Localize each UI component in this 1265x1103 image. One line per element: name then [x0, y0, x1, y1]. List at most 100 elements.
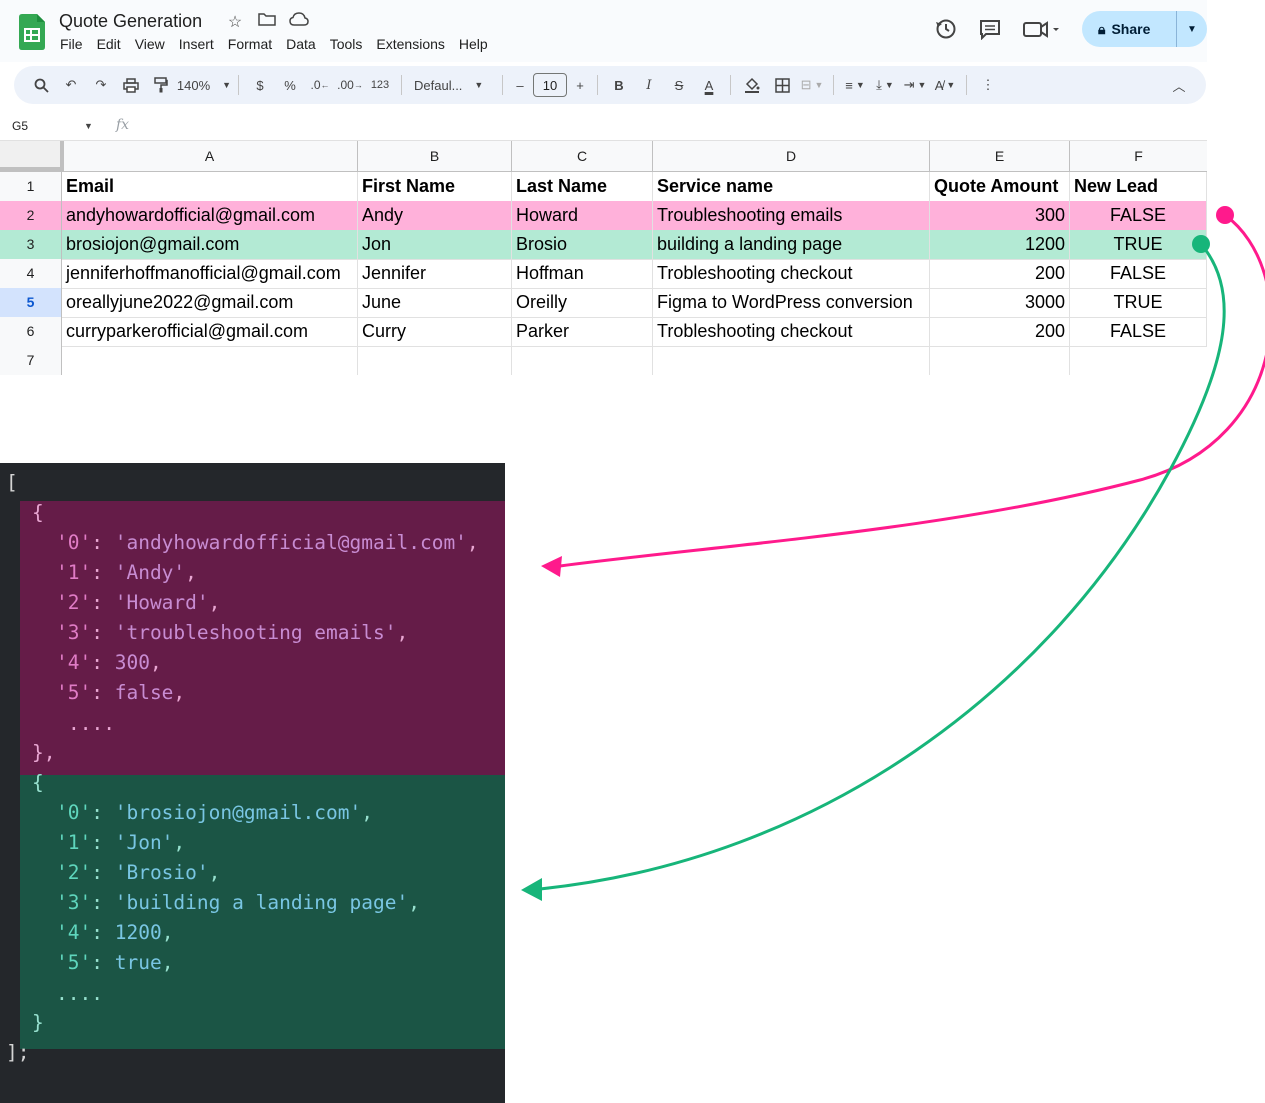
menu-file[interactable]: File — [60, 36, 83, 52]
fill-color-icon[interactable] — [737, 72, 767, 98]
new-lead-cell[interactable]: FALSE — [1070, 259, 1207, 288]
menu-insert[interactable]: Insert — [179, 36, 214, 52]
header-cell[interactable]: New Lead — [1070, 172, 1207, 201]
quote-amount-cell[interactable]: 200 — [930, 317, 1070, 346]
quote-amount-cell[interactable]: 1200 — [930, 230, 1070, 259]
menu-tools[interactable]: Tools — [330, 36, 363, 52]
first-name-cell[interactable]: Jennifer — [358, 259, 512, 288]
empty-cell[interactable] — [930, 346, 1070, 375]
row-header[interactable]: 2 — [0, 201, 62, 230]
quote-amount-cell[interactable]: 3000 — [930, 288, 1070, 317]
meet-video-icon[interactable] — [1022, 17, 1062, 41]
undo-icon[interactable]: ↶ — [56, 72, 86, 98]
cloud-saved-icon[interactable] — [289, 12, 309, 32]
empty-cell[interactable] — [1070, 346, 1207, 375]
column-header-b[interactable]: B — [358, 141, 512, 171]
row-header[interactable]: 1 — [0, 172, 62, 201]
empty-cell[interactable] — [512, 346, 653, 375]
font-size-input[interactable]: 10 — [533, 73, 567, 97]
service-cell[interactable]: Figma to WordPress conversion — [653, 288, 930, 317]
service-cell[interactable]: Trobleshooting checkout — [653, 317, 930, 346]
row-header[interactable]: 6 — [0, 317, 62, 346]
row-header[interactable]: 4 — [0, 259, 62, 288]
share-button[interactable]: 🔒︎ Share ▼ — [1082, 11, 1207, 47]
last-name-cell[interactable]: Parker — [512, 317, 653, 346]
column-header-e[interactable]: E — [930, 141, 1070, 171]
header-cell[interactable]: First Name — [358, 172, 512, 201]
percent-format-button[interactable]: % — [275, 72, 305, 98]
service-cell[interactable]: Troubleshooting emails — [653, 201, 930, 230]
select-all-corner[interactable] — [0, 141, 64, 171]
first-name-cell[interactable]: Andy — [358, 201, 512, 230]
new-lead-cell[interactable]: FALSE — [1070, 201, 1207, 230]
last-name-cell[interactable]: Brosio — [512, 230, 653, 259]
column-header-a[interactable]: A — [62, 141, 358, 171]
menu-format[interactable]: Format — [228, 36, 272, 52]
header-cell[interactable]: Service name — [653, 172, 930, 201]
row-header-selected[interactable]: 5 — [0, 288, 62, 317]
empty-cell[interactable] — [653, 346, 930, 375]
first-name-cell[interactable]: Curry — [358, 317, 512, 346]
menu-help[interactable]: Help — [459, 36, 488, 52]
service-cell[interactable]: building a landing page — [653, 230, 930, 259]
zoom-select[interactable]: 140% ▼ — [176, 72, 232, 98]
new-lead-cell[interactable]: FALSE — [1070, 317, 1207, 346]
sheets-logo-icon[interactable] — [19, 14, 45, 50]
row-header[interactable]: 3 — [0, 230, 62, 259]
menu-extensions[interactable]: Extensions — [376, 36, 444, 52]
last-name-cell[interactable]: Hoffman — [512, 259, 653, 288]
increase-decimal-button[interactable]: .00 → — [335, 72, 365, 98]
collapse-toolbar-icon[interactable]: ︿ — [1164, 72, 1194, 98]
empty-cell[interactable] — [62, 346, 358, 375]
horizontal-align-icon[interactable]: ≡ ▼ — [840, 72, 870, 98]
more-options-icon[interactable]: ⋮ — [973, 72, 1003, 98]
strikethrough-icon[interactable]: S — [664, 72, 694, 98]
merge-cells-icon[interactable]: ⊟ ▼ — [797, 72, 827, 98]
new-lead-cell[interactable]: TRUE — [1070, 230, 1207, 259]
header-cell[interactable]: Email — [62, 172, 358, 201]
bold-icon[interactable]: B — [604, 72, 634, 98]
star-icon[interactable]: ☆ — [225, 12, 245, 32]
decrease-font-size-button[interactable]: – — [509, 72, 531, 98]
print-icon[interactable] — [116, 72, 146, 98]
increase-font-size-button[interactable]: + — [569, 72, 591, 98]
comments-icon[interactable] — [978, 17, 1002, 41]
text-rotation-icon[interactable]: A̸ ▼ — [930, 72, 960, 98]
new-lead-cell[interactable]: TRUE — [1070, 288, 1207, 317]
email-cell[interactable]: oreallyjune2022@gmail.com — [62, 288, 358, 317]
menu-view[interactable]: View — [135, 36, 165, 52]
name-box[interactable]: G5 — [12, 119, 28, 133]
email-cell[interactable]: brosiojon@gmail.com — [62, 230, 358, 259]
version-history-icon[interactable] — [934, 17, 958, 41]
paint-format-icon[interactable] — [146, 72, 176, 98]
column-header-d[interactable]: D — [653, 141, 930, 171]
move-folder-icon[interactable] — [257, 12, 277, 32]
column-header-f[interactable]: F — [1070, 141, 1207, 171]
empty-cell[interactable] — [358, 346, 512, 375]
menu-edit[interactable]: Edit — [97, 36, 121, 52]
menu-data[interactable]: Data — [286, 36, 316, 52]
first-name-cell[interactable]: Jon — [358, 230, 512, 259]
email-cell[interactable]: andyhowardofficial@gmail.com — [62, 201, 358, 230]
email-cell[interactable]: curryparkerofficial@gmail.com — [62, 317, 358, 346]
quote-amount-cell[interactable]: 300 — [930, 201, 1070, 230]
borders-icon[interactable] — [767, 72, 797, 98]
header-cell[interactable]: Quote Amount — [930, 172, 1070, 201]
last-name-cell[interactable]: Howard — [512, 201, 653, 230]
italic-icon[interactable]: I — [634, 72, 664, 98]
service-cell[interactable]: Trobleshooting checkout — [653, 259, 930, 288]
first-name-cell[interactable]: June — [358, 288, 512, 317]
share-dropdown-icon[interactable]: ▼ — [1176, 11, 1207, 47]
name-box-caret-icon[interactable]: ▼ — [84, 121, 93, 131]
email-cell[interactable]: jenniferhoffmanofficial@gmail.com — [62, 259, 358, 288]
text-wrapping-icon[interactable]: ⇥ ▼ — [900, 72, 930, 98]
quote-amount-cell[interactable]: 200 — [930, 259, 1070, 288]
font-family-select[interactable]: Defaul... ▼ — [408, 72, 496, 98]
currency-format-button[interactable]: $ — [245, 72, 275, 98]
header-cell[interactable]: Last Name — [512, 172, 653, 201]
document-title[interactable]: Quote Generation — [59, 11, 202, 32]
text-color-icon[interactable]: A — [694, 72, 724, 98]
vertical-align-icon[interactable]: ⤓ ▼ — [870, 72, 900, 98]
redo-icon[interactable]: ↷ — [86, 72, 116, 98]
more-formats-button[interactable]: 123 — [365, 72, 395, 98]
